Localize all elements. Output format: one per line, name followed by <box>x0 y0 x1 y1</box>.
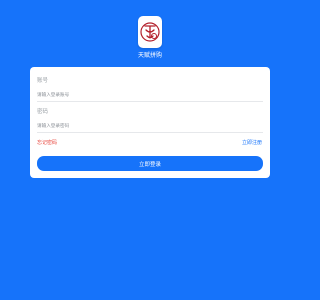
password-label: 密码 <box>37 109 49 115</box>
register-link[interactable]: 立即注册 <box>242 140 262 147</box>
account-label: 账号 <box>37 78 49 84</box>
login-form: 账号 密码 忘记密码 立即注册 立即登录 <box>30 0 270 300</box>
account-input[interactable] <box>37 91 263 100</box>
forgot-password-link[interactable]: 忘记密码 <box>37 140 57 147</box>
login-button[interactable]: 立即登录 <box>37 156 263 171</box>
password-divider <box>37 132 263 133</box>
password-input[interactable] <box>37 122 263 131</box>
account-divider <box>37 101 263 102</box>
